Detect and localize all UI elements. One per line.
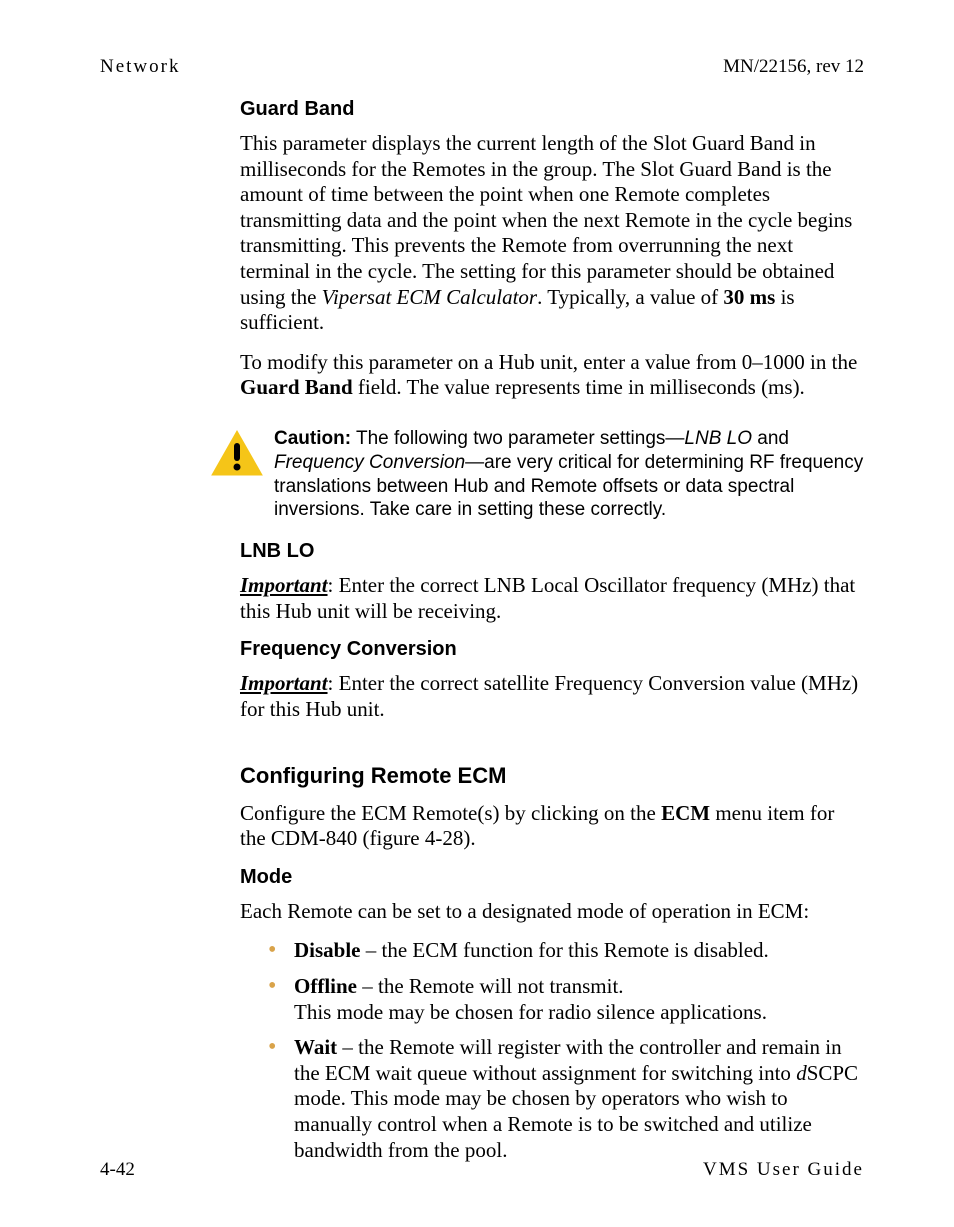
footer-title: VMS User Guide xyxy=(703,1159,864,1181)
text: This parameter displays the current leng… xyxy=(240,131,852,309)
text-italic: Frequency Conversion xyxy=(274,452,465,473)
text-important: Important xyxy=(240,671,328,695)
heading-frequency-conversion: Frequency Conversion xyxy=(240,638,864,661)
content-column: Guard Band This parameter displays the c… xyxy=(240,98,864,1163)
text-bold: Guard Band xyxy=(240,375,353,399)
text-bold: ECM xyxy=(661,801,710,825)
text: The following two parameter settings— xyxy=(356,428,684,449)
paragraph: To modify this parameter on a Hub unit, … xyxy=(240,350,864,401)
caution-block: Caution: The following two parameter set… xyxy=(210,427,864,522)
text: This mode may be chosen for radio silenc… xyxy=(294,1000,767,1024)
heading-guard-band: Guard Band xyxy=(240,98,864,121)
text: – the Remote will not transmit. xyxy=(357,974,624,998)
caution-text: Caution: The following two parameter set… xyxy=(274,427,864,522)
paragraph: This parameter displays the current leng… xyxy=(240,131,864,336)
text-important: Important xyxy=(240,573,328,597)
text-italic: d xyxy=(796,1061,807,1085)
warning-icon xyxy=(210,429,264,482)
paragraph: Configure the ECM Remote(s) by clicking … xyxy=(240,801,864,852)
text: – the Remote will register with the cont… xyxy=(294,1035,842,1085)
page-header: Network MN/22156, rev 12 xyxy=(100,56,864,78)
text: : Enter the correct satellite Frequency … xyxy=(240,671,858,721)
text: and xyxy=(752,428,789,449)
list-item: Disable – the ECM function for this Remo… xyxy=(268,938,864,964)
paragraph: Important: Enter the correct satellite F… xyxy=(240,671,864,722)
header-right: MN/22156, rev 12 xyxy=(723,56,864,78)
page: Network MN/22156, rev 12 Guard Band This… xyxy=(0,0,954,1227)
mode-name: Disable xyxy=(294,938,361,962)
page-number: 4-42 xyxy=(100,1159,135,1181)
text: : Enter the correct LNB Local Oscillator… xyxy=(240,573,855,623)
text-italic: Vipersat ECM Calculator xyxy=(322,285,537,309)
list-item: Offline – the Remote will not transmit. … xyxy=(268,974,864,1025)
heading-lnb-lo: LNB LO xyxy=(240,540,864,563)
mode-list: Disable – the ECM function for this Remo… xyxy=(268,938,864,1163)
header-left: Network xyxy=(100,56,180,78)
paragraph: Important: Enter the correct LNB Local O… xyxy=(240,573,864,624)
heading-configuring-remote-ecm: Configuring Remote ECM xyxy=(240,763,864,789)
text: To modify this parameter on a Hub unit, … xyxy=(240,350,857,374)
text-italic: LNB LO xyxy=(684,428,752,449)
text: field. The value represents time in mill… xyxy=(353,375,805,399)
text: – the ECM function for this Remote is di… xyxy=(361,938,769,962)
paragraph: Each Remote can be set to a designated m… xyxy=(240,899,864,925)
text-bold: 30 ms xyxy=(723,285,775,309)
text: Configure the ECM Remote(s) by clicking … xyxy=(240,801,661,825)
text: The following two parameter settings—LNB… xyxy=(274,428,863,520)
heading-mode: Mode xyxy=(240,866,864,889)
caution-label: Caution: xyxy=(274,428,351,449)
text: . Typically, a value of xyxy=(537,285,723,309)
list-item: Wait – the Remote will register with the… xyxy=(268,1035,864,1163)
mode-name: Offline xyxy=(294,974,357,998)
page-footer: 4-42 VMS User Guide xyxy=(100,1159,864,1181)
mode-name: Wait xyxy=(294,1035,337,1059)
